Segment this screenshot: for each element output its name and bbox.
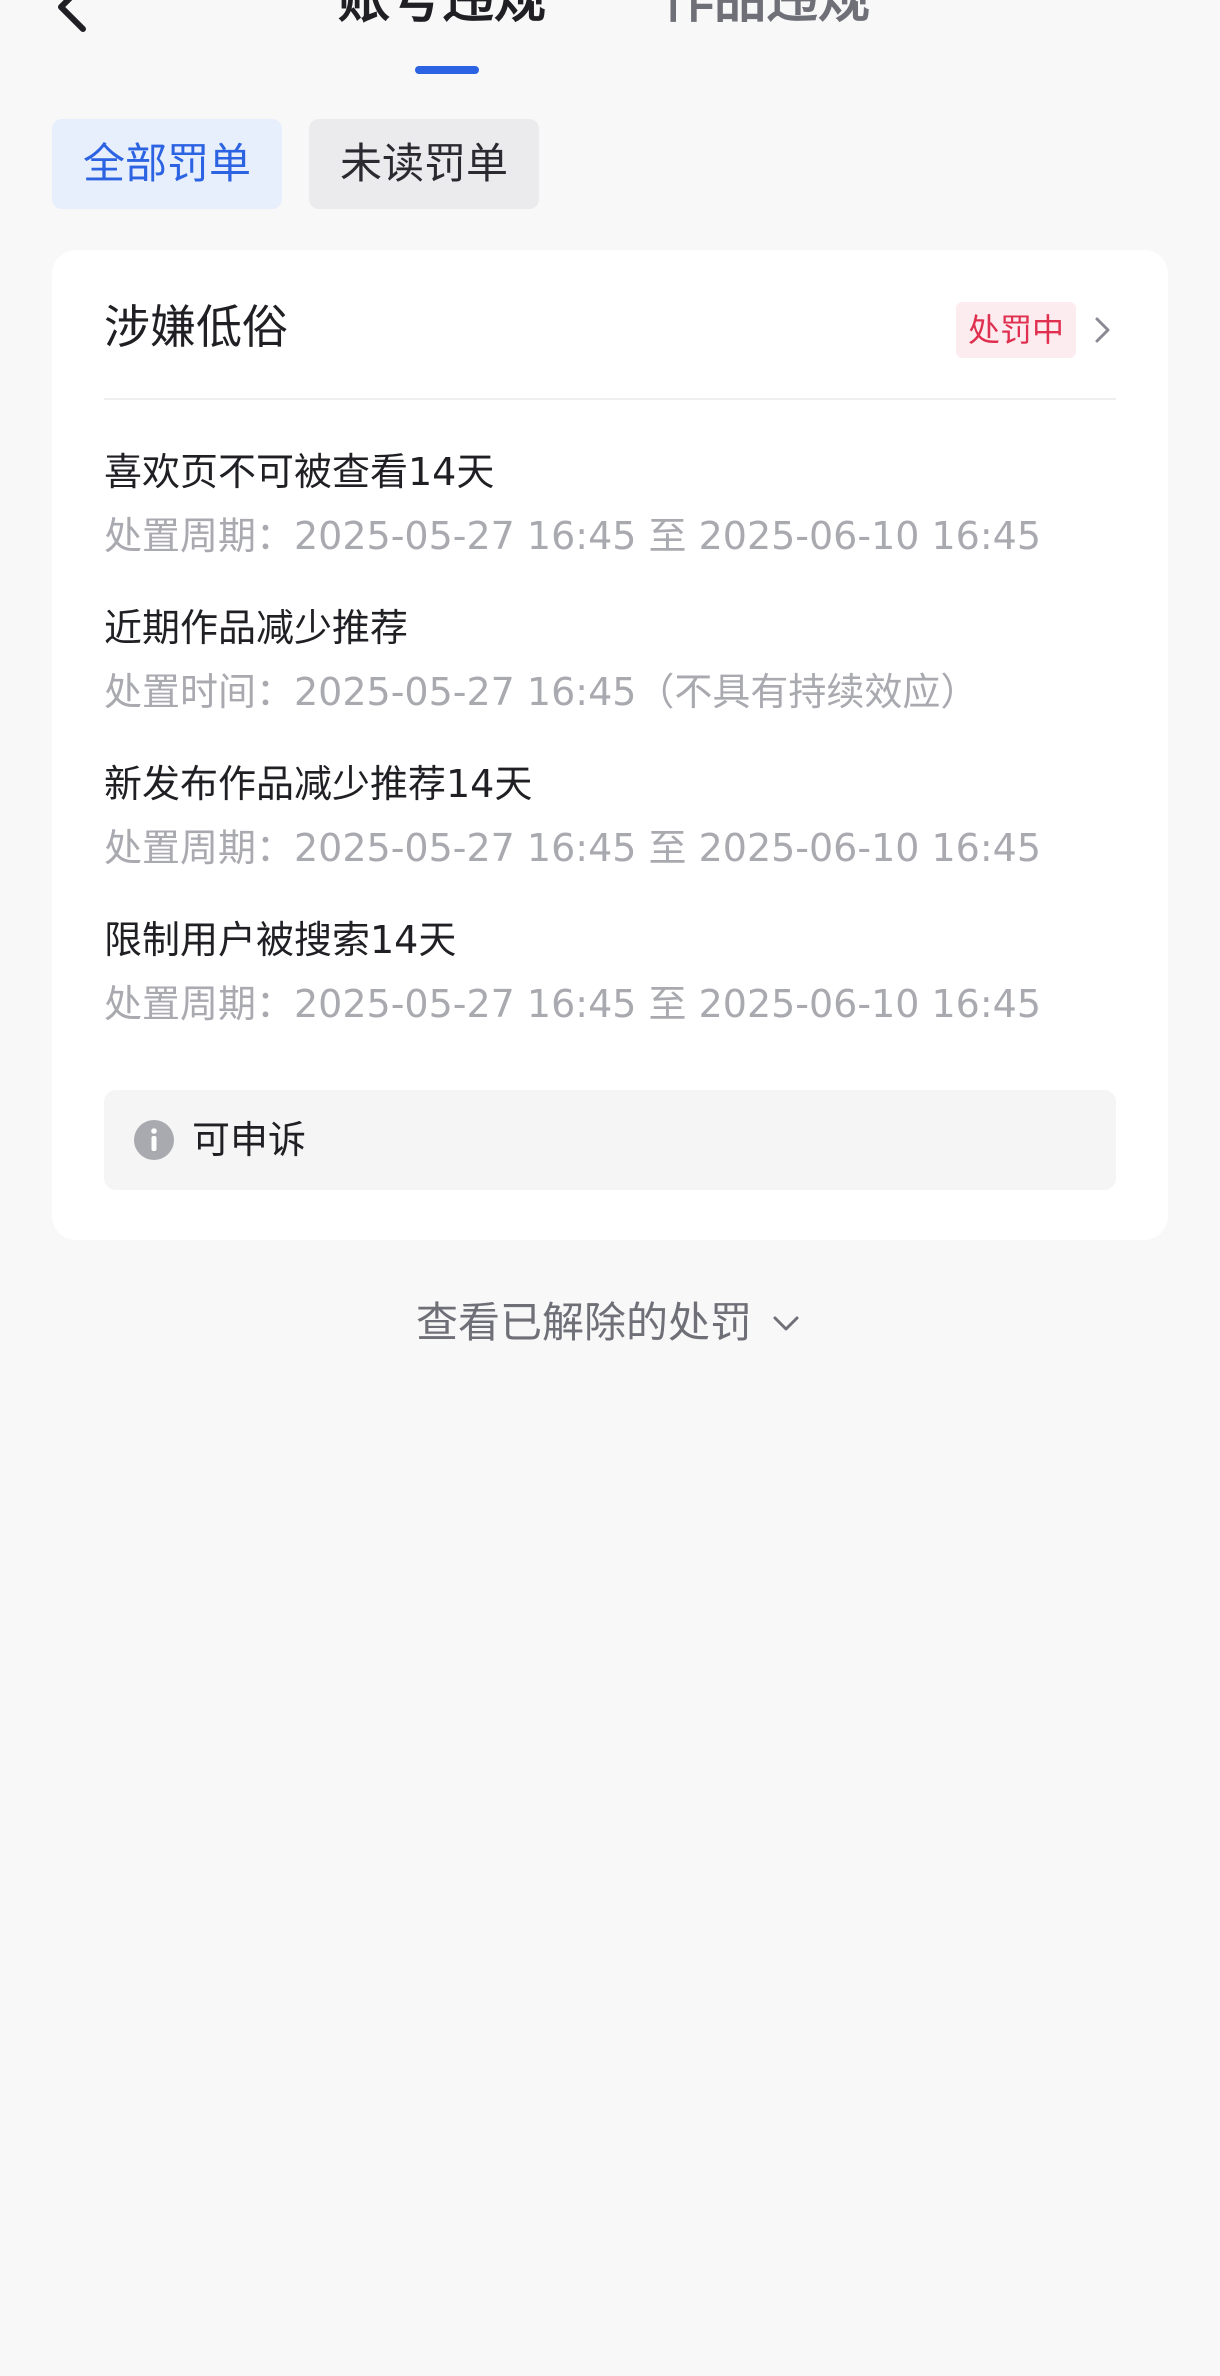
penalty-item: 喜欢页不可被查看14天 处置周期：2025-05-27 16:45 至 2025… bbox=[104, 444, 1116, 564]
tab-works-violations[interactable]: 作品违规 bbox=[662, 0, 870, 40]
penalty-name: 新发布作品减少推荐14天 bbox=[104, 762, 533, 806]
violation-title: 涉嫌低俗 bbox=[104, 300, 288, 354]
active-tab-indicator bbox=[415, 66, 479, 74]
card-divider bbox=[104, 398, 1116, 400]
filter-all-tickets[interactable]: 全部罚单 bbox=[52, 119, 282, 209]
back-arrow-icon bbox=[58, 0, 86, 32]
penalty-name: 喜欢页不可被查看14天 bbox=[104, 450, 495, 494]
top-nav: 账号违规 作品违规 bbox=[0, 0, 1220, 100]
status-badge: 处罚中 bbox=[956, 302, 1077, 358]
violation-card: 涉嫌低俗 处罚中 喜欢页不可被查看14天 处置周期：2025-05-27 16:… bbox=[52, 250, 1168, 1240]
tab-account-violations[interactable]: 账号违规 bbox=[338, 0, 546, 40]
penalty-period: 处置周期：2025-05-27 16:45 至 2025-06-10 16:45 bbox=[104, 514, 1042, 558]
view-released-penalties-button[interactable]: 查看已解除的处罚 bbox=[416, 1290, 802, 1356]
penalty-name: 近期作品减少推荐 bbox=[104, 606, 409, 650]
info-icon bbox=[134, 1120, 174, 1160]
violation-card-header[interactable]: 涉嫌低俗 处罚中 bbox=[52, 250, 1168, 400]
penalty-period: 处置时间：2025-05-27 16:45（不具有持续效应） bbox=[104, 670, 979, 714]
view-released-label: 查看已解除的处罚 bbox=[416, 1298, 753, 1347]
chevron-down-icon bbox=[773, 1316, 799, 1331]
penalty-name: 限制用户被搜索14天 bbox=[104, 918, 457, 962]
penalty-period: 处置周期：2025-05-27 16:45 至 2025-06-10 16:45 bbox=[104, 982, 1042, 1026]
back-button[interactable] bbox=[38, 0, 108, 42]
filter-unread-tickets[interactable]: 未读罚单 bbox=[309, 119, 539, 209]
penalty-item: 新发布作品减少推荐14天 处置周期：2025-05-27 16:45 至 202… bbox=[104, 756, 1116, 876]
penalty-item: 近期作品减少推荐 处置时间：2025-05-27 16:45（不具有持续效应） bbox=[104, 600, 1116, 720]
penalty-period: 处置周期：2025-05-27 16:45 至 2025-06-10 16:45 bbox=[104, 826, 1042, 870]
appeal-label: 可申诉 bbox=[192, 1118, 307, 1162]
penalty-item: 限制用户被搜索14天 处置周期：2025-05-27 16:45 至 2025-… bbox=[104, 912, 1116, 1032]
chevron-right-icon bbox=[1095, 317, 1110, 343]
appeal-banner[interactable]: 可申诉 bbox=[104, 1090, 1116, 1190]
